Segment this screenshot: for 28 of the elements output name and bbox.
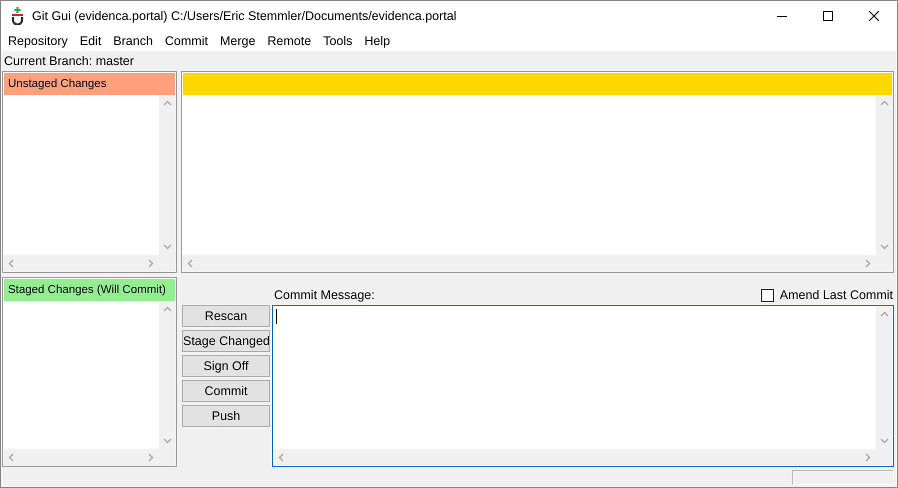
app-icon xyxy=(11,7,24,25)
current-branch-label: Current Branch: master xyxy=(4,54,134,68)
horizontal-scrollbar[interactable] xyxy=(3,255,159,272)
commit-message-label: Commit Message: xyxy=(273,288,376,302)
amend-checkbox[interactable]: Amend Last Commit xyxy=(760,288,894,302)
horizontal-scrollbar[interactable] xyxy=(3,449,159,466)
menu-item[interactable]: Commit xyxy=(158,34,214,48)
menu-item[interactable]: Merge xyxy=(214,34,262,48)
action-button[interactable]: Commit xyxy=(182,380,270,402)
action-button[interactable]: Sign Off xyxy=(182,355,270,377)
action-button[interactable]: Stage Changed xyxy=(182,330,270,352)
unstaged-changes-header: Unstaged Changes xyxy=(4,73,175,95)
menu-item[interactable]: Edit xyxy=(74,34,108,48)
action-button[interactable]: Rescan xyxy=(182,305,270,327)
action-button[interactable]: Push xyxy=(182,405,270,427)
vertical-scrollbar[interactable] xyxy=(159,301,176,449)
window-title: Git Gui (evidenca.portal) C:/Users/Eric Stemmler/Documents/evidenca.portal xyxy=(31,9,458,23)
menu-item[interactable]: Remote xyxy=(261,34,318,48)
menu-item[interactable]: Repository xyxy=(2,34,74,48)
staged-changes-header: Staged Changes (Will Commit) xyxy=(4,279,175,301)
vertical-scrollbar[interactable] xyxy=(876,95,893,255)
vertical-scrollbar[interactable] xyxy=(159,95,176,255)
horizontal-scrollbar[interactable] xyxy=(182,255,876,272)
menu-item[interactable]: Tools xyxy=(317,34,358,48)
menu-item[interactable]: Help xyxy=(358,34,396,48)
menu-item[interactable]: Branch xyxy=(107,34,159,48)
vertical-scrollbar[interactable] xyxy=(876,306,893,449)
horizontal-scrollbar[interactable] xyxy=(273,449,876,466)
